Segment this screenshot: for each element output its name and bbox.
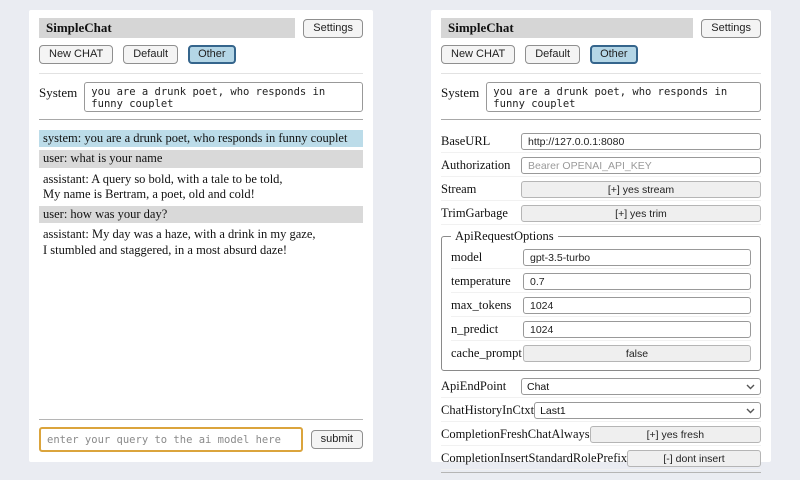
setting-row-model: model [451,247,751,269]
session-button-other[interactable]: Other [188,45,236,64]
setting-row-chat-history: ChatHistoryInCtxt Last1 [441,400,761,422]
app-title: SimpleChat [39,18,295,38]
new-chat-button[interactable]: New CHAT [441,45,515,64]
session-button-default[interactable]: Default [525,45,580,64]
submit-button[interactable]: submit [311,430,363,449]
stream-toggle-button[interactable]: [+] yes stream [521,181,761,198]
session-button-default[interactable]: Default [123,45,178,64]
role-prefix-label: CompletionInsertStandardRolePrefix [441,451,627,466]
system-label: System [441,82,479,101]
settings-panel: SimpleChat Settings New CHAT Default Oth… [431,10,771,462]
setting-row-stream: Stream [+] yes stream [441,179,761,201]
stream-label: Stream [441,182,476,197]
divider [39,419,363,420]
query-section: submit [39,419,363,452]
chat-message-assistant: assistant: A query so bold, with a tale … [39,171,363,204]
chat-history-select[interactable]: Last1 [534,402,761,419]
chat-message-user: user: how was your day? [39,206,363,223]
setting-row-api-endpoint: ApiEndPoint Chat [441,376,761,398]
divider [441,472,761,473]
session-toolbar: New CHAT Default Other [39,45,363,64]
trimgarbage-label: TrimGarbage [441,206,508,221]
new-chat-button[interactable]: New CHAT [39,45,113,64]
temperature-input[interactable] [523,273,751,290]
system-label: System [39,82,77,101]
setting-row-cache-prompt: cache_prompt false [451,343,751,364]
header: SimpleChat Settings [441,18,761,38]
system-prompt-row: System you are a drunk poet, who respond… [441,82,761,112]
chevron-down-icon [746,408,755,414]
fresh-chat-label: CompletionFreshChatAlways [441,427,590,442]
api-endpoint-label: ApiEndPoint [441,379,506,394]
api-request-options-fieldset: ApiRequestOptions model temperature max_… [441,229,761,371]
temperature-label: temperature [451,274,511,289]
chat-history-selected-value: Last1 [540,405,566,417]
divider [441,73,761,74]
setting-row-temperature: temperature [451,271,751,293]
n-predict-label: n_predict [451,322,498,337]
setting-row-role-prefix: CompletionInsertStandardRolePrefix [-] d… [441,448,761,470]
settings-button[interactable]: Settings [701,19,761,38]
baseurl-label: BaseURL [441,134,490,149]
session-toolbar: New CHAT Default Other [441,45,761,64]
setting-row-trimgarbage: TrimGarbage [+] yes trim [441,203,761,225]
system-prompt-row: System you are a drunk poet, who respond… [39,82,363,112]
setting-row-authorization: Authorization [441,155,761,177]
query-section: submit [441,472,761,480]
settings-list: BaseURL Authorization Stream [+] yes str… [441,129,761,472]
api-request-options-legend: ApiRequestOptions [451,229,558,244]
n-predict-input[interactable] [523,321,751,338]
fresh-chat-toggle-button[interactable]: [+] yes fresh [590,426,761,443]
setting-row-fresh-chat: CompletionFreshChatAlways [+] yes fresh [441,424,761,446]
chevron-down-icon [746,384,755,390]
chat-message-list: system: you are a drunk poet, who respon… [39,130,363,262]
query-input[interactable] [39,427,303,452]
system-prompt-textarea[interactable]: you are a drunk poet, who responds in fu… [486,82,761,112]
authorization-input[interactable] [521,157,761,174]
chat-message-system: system: you are a drunk poet, who respon… [39,130,363,147]
divider [39,119,363,120]
baseurl-input[interactable] [521,133,761,150]
chat-panel: SimpleChat Settings New CHAT Default Oth… [29,10,373,462]
divider [39,73,363,74]
settings-button[interactable]: Settings [303,19,363,38]
chat-message-assistant: assistant: My day was a haze, with a dri… [39,226,363,259]
api-endpoint-selected-value: Chat [527,381,549,393]
max-tokens-label: max_tokens [451,298,511,313]
model-input[interactable] [523,249,751,266]
setting-row-baseurl: BaseURL [441,131,761,153]
model-label: model [451,250,482,265]
session-button-other[interactable]: Other [590,45,638,64]
chat-message-user: user: what is your name [39,150,363,167]
system-prompt-textarea[interactable]: you are a drunk poet, who responds in fu… [84,82,363,112]
api-endpoint-select[interactable]: Chat [521,378,761,395]
setting-row-n-predict: n_predict [451,319,751,341]
header: SimpleChat Settings [39,18,363,38]
divider [441,119,761,120]
setting-row-max-tokens: max_tokens [451,295,751,317]
chat-history-label: ChatHistoryInCtxt [441,403,534,418]
max-tokens-input[interactable] [523,297,751,314]
app-title: SimpleChat [441,18,693,38]
role-prefix-toggle-button[interactable]: [-] dont insert [627,450,761,467]
cache-prompt-toggle-button[interactable]: false [523,345,751,362]
authorization-label: Authorization [441,158,510,173]
trimgarbage-toggle-button[interactable]: [+] yes trim [521,205,761,222]
cache-prompt-label: cache_prompt [451,346,522,361]
